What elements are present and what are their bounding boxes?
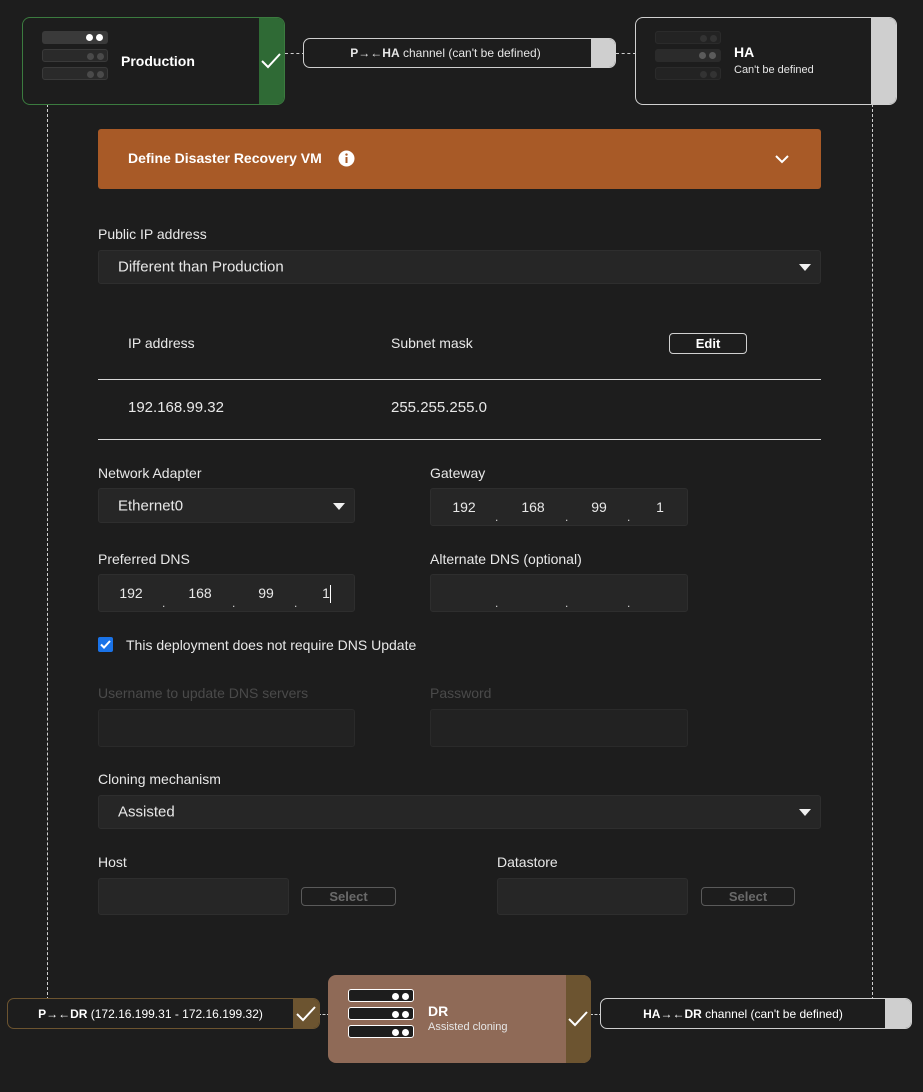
chevron-down-icon[interactable] <box>774 154 790 164</box>
dns-octet-4[interactable]: 1 <box>306 585 346 601</box>
ha-node-title: HA <box>734 44 755 60</box>
ha-node[interactable]: HA Can't be defined <box>635 17 897 105</box>
gateway-label: Gateway <box>430 465 486 481</box>
ha-node-subtitle: Can't be defined <box>734 64 814 76</box>
alternate-dns-input[interactable]: . . . <box>430 574 688 612</box>
channel-ha-dr[interactable]: HA→←DR channel (can't be defined) <box>600 998 912 1029</box>
channel-p-dr-label: P→←DR <box>38 1006 88 1021</box>
define-dr-title: Define Disaster Recovery VM <box>128 150 322 166</box>
ip-separator: . <box>232 595 236 610</box>
channel-p-ha-desc: channel (can't be defined) <box>399 46 541 60</box>
gateway-octet-1[interactable]: 192 <box>444 499 484 515</box>
text-cursor <box>330 585 331 603</box>
define-dr-header[interactable]: Define Disaster Recovery VM <box>98 129 821 189</box>
username-label: Username to update DNS servers <box>98 685 309 701</box>
channel-status-strip <box>293 999 319 1028</box>
dns-octet-1[interactable]: 192 <box>111 585 151 601</box>
connector-line-left <box>47 104 48 1000</box>
checkmark-icon <box>100 640 111 649</box>
connector-line-top-left <box>285 53 305 54</box>
info-icon[interactable] <box>338 150 355 167</box>
preferred-dns-input[interactable]: 192 . 168 . 99 . 1 <box>98 574 355 612</box>
ip-separator: . <box>294 595 298 610</box>
channel-p-dr-desc: (172.16.199.31 - 172.16.199.32) <box>87 1006 263 1021</box>
column-header-ip: IP address <box>128 335 195 351</box>
cloning-mechanism-label: Cloning mechanism <box>98 771 221 787</box>
gateway-octet-2[interactable]: 168 <box>513 499 553 515</box>
checkmark-icon <box>261 53 281 69</box>
ip-separator: . <box>565 509 569 524</box>
datastore-input[interactable] <box>497 878 688 915</box>
production-node[interactable]: Production <box>22 17 285 105</box>
password-label: Password <box>430 685 492 701</box>
channel-p-ha[interactable]: P→←HA channel (can't be defined) <box>303 38 616 68</box>
network-adapter-value: Ethernet0 <box>118 497 184 514</box>
edit-button[interactable]: Edit <box>669 333 747 354</box>
network-adapter-label: Network Adapter <box>98 465 202 481</box>
preferred-dns-label: Preferred DNS <box>98 551 190 567</box>
server-icon <box>655 31 721 85</box>
checkmark-icon <box>568 1011 588 1027</box>
channel-ha-dr-desc: channel (can't be defined) <box>701 1006 843 1021</box>
dropdown-arrow-icon <box>799 264 811 271</box>
channel-ha-dr-label: HA→←DR <box>643 1006 702 1021</box>
ip-separator: . <box>627 595 631 610</box>
channel-p-dr[interactable]: P→←DR (172.16.199.31 - 172.16.199.32) <box>7 998 320 1029</box>
dns-octet-2[interactable]: 168 <box>180 585 220 601</box>
password-input[interactable] <box>430 709 688 747</box>
datastore-label: Datastore <box>497 854 558 870</box>
subnet-mask-value: 255.255.255.0 <box>391 399 487 416</box>
dns-octet-3[interactable]: 99 <box>246 585 286 601</box>
ip-separator: . <box>565 595 569 610</box>
datastore-select-button[interactable]: Select <box>701 887 795 906</box>
dropdown-arrow-icon <box>799 809 811 816</box>
channel-status-strip <box>885 999 911 1028</box>
dns-update-checkbox-label[interactable]: This deployment does not require DNS Upd… <box>126 637 416 653</box>
public-ip-value: Different than Production <box>118 258 284 276</box>
public-ip-label: Public IP address <box>98 226 207 242</box>
production-status-strip <box>259 18 284 104</box>
network-adapter-select[interactable]: Ethernet0 <box>98 488 355 523</box>
ip-separator: . <box>495 595 499 610</box>
production-node-title: Production <box>121 53 195 69</box>
dr-status-strip <box>566 975 591 1063</box>
alternate-dns-label: Alternate DNS (optional) <box>430 551 582 567</box>
channel-status-strip <box>591 39 615 67</box>
gateway-ip-input[interactable]: 192 . 168 . 99 . 1 <box>430 488 688 526</box>
gateway-octet-4[interactable]: 1 <box>640 499 680 515</box>
dr-node-subtitle: Assisted cloning <box>428 1021 508 1033</box>
server-icon <box>42 31 108 85</box>
public-ip-select[interactable]: Different than Production <box>98 250 821 284</box>
cloning-mechanism-value: Assisted <box>118 803 175 821</box>
ip-address-value: 192.168.99.32 <box>128 399 224 416</box>
host-select-button[interactable]: Select <box>301 887 396 906</box>
username-input[interactable] <box>98 709 355 747</box>
host-input[interactable] <box>98 878 289 915</box>
ip-separator: . <box>627 509 631 524</box>
ha-status-strip <box>871 18 896 104</box>
host-label: Host <box>98 854 127 870</box>
dropdown-arrow-icon <box>333 502 345 510</box>
cloning-mechanism-select[interactable]: Assisted <box>98 795 821 829</box>
column-header-subnet: Subnet mask <box>391 335 473 351</box>
dr-node[interactable]: DR Assisted cloning <box>328 975 591 1063</box>
ip-separator: . <box>495 509 499 524</box>
checkmark-icon <box>296 1006 316 1022</box>
channel-p-ha-label: P→←HA <box>350 46 400 60</box>
table-divider-top <box>98 379 821 380</box>
gateway-octet-3[interactable]: 99 <box>579 499 619 515</box>
dns-update-checkbox[interactable] <box>98 637 113 652</box>
table-divider-bottom <box>98 439 821 440</box>
connector-line-top-right <box>616 53 636 54</box>
server-icon <box>348 989 414 1043</box>
dr-node-title: DR <box>428 1003 449 1019</box>
ip-separator: . <box>162 595 166 610</box>
connector-line-right <box>872 104 873 1000</box>
